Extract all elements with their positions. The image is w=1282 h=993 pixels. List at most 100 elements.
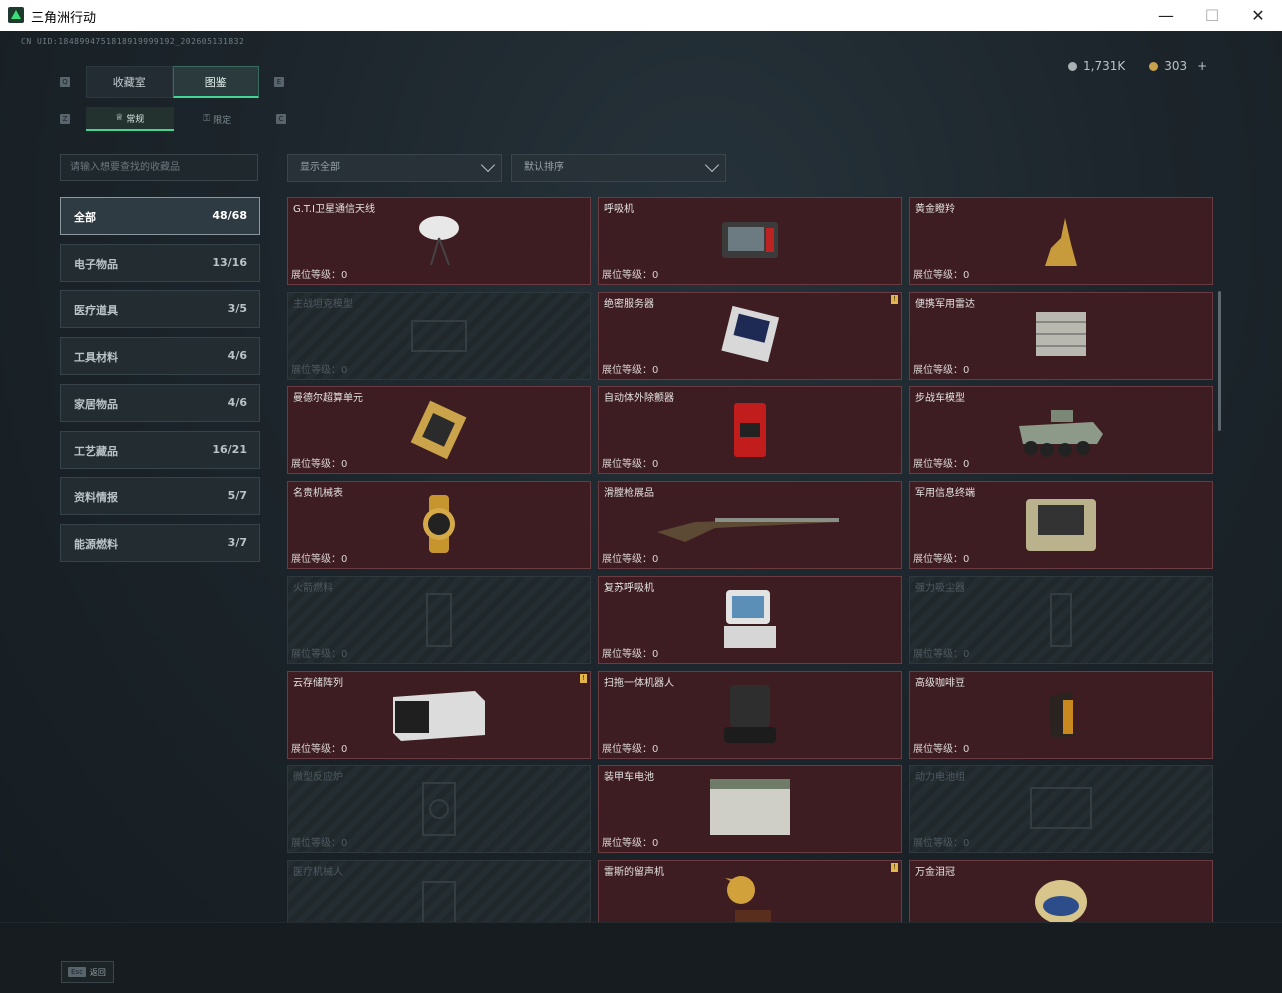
- collection-card[interactable]: 滑膛枪展品 展位等级：0: [598, 481, 902, 570]
- collection-card[interactable]: 呼吸机 展位等级：0: [598, 197, 902, 285]
- collection-card[interactable]: 医疗机械人展位等级：0: [287, 859, 591, 925]
- key-hint-c: C: [276, 114, 286, 124]
- booth-level: 展位等级：0: [602, 554, 659, 566]
- item-name: 装甲车电池: [604, 772, 654, 784]
- booth-level: 展位等级：0: [291, 648, 348, 660]
- category-item[interactable]: 电子物品 13/16: [60, 243, 260, 282]
- collection-card[interactable]: 强力吸尘器展位等级：0: [909, 575, 1213, 664]
- collection-card[interactable]: 装甲车电池展位等级：0: [598, 765, 902, 854]
- collection-card[interactable]: 曼德尔超算单元 展位等级：0: [287, 386, 591, 475]
- trophy-icon: ♕: [115, 113, 124, 123]
- collection-card[interactable]: 扫拖一体机器人 展位等级：0: [598, 670, 902, 759]
- resuscitator-icon: [718, 586, 782, 656]
- item-name: 主战坦克模型: [293, 298, 353, 310]
- category-item[interactable]: 工具材料 4/6: [60, 337, 260, 376]
- category-item[interactable]: 资料情报 5/7: [60, 477, 260, 516]
- item-name: 步战车模型: [915, 393, 965, 405]
- key-hint-q: Q: [60, 77, 70, 87]
- category-name: 全部: [74, 211, 96, 224]
- limited-icon: ⚿: [203, 114, 211, 124]
- sub-tabs: ♕ 常规 ⚿ 限定: [86, 107, 261, 131]
- tab-limited[interactable]: ⚿ 限定: [174, 107, 262, 131]
- collection-card[interactable]: 动力电池组 展位等级：0: [909, 765, 1213, 854]
- item-name: 军用信息终端: [915, 488, 975, 500]
- tab-gallery[interactable]: 图鉴: [172, 66, 259, 98]
- sort-dropdown[interactable]: 默认排序: [511, 154, 726, 182]
- category-item[interactable]: 家居物品 4/6: [60, 383, 260, 422]
- search-input[interactable]: 请输入想要查找的收藏品: [60, 154, 258, 181]
- new-badge-icon: !: [891, 862, 898, 872]
- category-name: 医疗道具: [74, 304, 118, 318]
- gramophone-icon: [719, 872, 781, 925]
- collection-card[interactable]: 雷斯的留声机展位等级：0!: [598, 859, 902, 925]
- item-name: 曼德尔超算单元: [293, 393, 363, 405]
- item-name: 高级咖啡豆: [915, 677, 965, 689]
- category-count: 48/68: [212, 209, 247, 222]
- collection-card[interactable]: 绝密服务器 展位等级：0!: [598, 291, 902, 380]
- defibrillator-icon: [728, 397, 772, 465]
- item-name: 万金泪冠: [915, 866, 955, 878]
- close-button[interactable]: ✕: [1235, 0, 1281, 31]
- collection-card[interactable]: 步战车模型 展位等级：0: [909, 386, 1213, 475]
- collection-card[interactable]: 万金泪冠展位等级：0: [909, 859, 1213, 925]
- collection-card[interactable]: 微型反应炉 展位等级：0: [287, 765, 591, 854]
- main-tabs: 收藏室 图鉴: [86, 66, 259, 98]
- collection-card[interactable]: G.T.I卫星通信天线 展位等级：0: [287, 197, 591, 285]
- tab-limited-label: 限定: [213, 115, 232, 126]
- collection-card[interactable]: 云存储阵列 展位等级：0!: [287, 670, 591, 759]
- category-item[interactable]: 全部 48/68: [60, 197, 260, 235]
- silver-amount: 1,731K: [1083, 59, 1126, 73]
- item-name: 云存储阵列: [293, 677, 343, 689]
- back-label: 返回: [89, 967, 106, 977]
- key-hint-e: E: [274, 77, 284, 87]
- item-name: 火箭燃料: [293, 582, 333, 594]
- minimize-button[interactable]: —: [1143, 0, 1189, 31]
- item-name: G.T.I卫星通信天线: [293, 204, 375, 215]
- collection-card[interactable]: 军用信息终端 展位等级：0: [909, 481, 1213, 570]
- booth-level: 展位等级：0: [291, 838, 348, 850]
- collection-card[interactable]: 高级咖啡豆 展位等级：0: [909, 670, 1213, 759]
- back-button[interactable]: Esc 返回: [61, 961, 114, 983]
- chevron-down-icon: [704, 157, 720, 173]
- category-item[interactable]: 能源燃料 3/7: [60, 523, 260, 562]
- category-name: 工艺藏品: [74, 444, 118, 458]
- category-item[interactable]: 工艺藏品 16/21: [60, 430, 260, 469]
- robot-vacuum-icon: [720, 681, 780, 751]
- grid-scrollbar[interactable]: [1218, 291, 1221, 431]
- booth-level: 展位等级：0: [291, 459, 348, 471]
- medical-robot-icon: [415, 872, 463, 925]
- category-name: 能源燃料: [74, 537, 118, 551]
- ventilator-icon: [718, 216, 782, 268]
- tab-collection-room[interactable]: 收藏室: [86, 66, 173, 98]
- category-count: 3/5: [227, 302, 247, 316]
- add-currency-button[interactable]: +: [1197, 59, 1207, 73]
- rocket-fuel-icon: [419, 588, 459, 654]
- server-icon: [718, 305, 782, 369]
- booth-level: 展位等级：0: [913, 648, 970, 660]
- item-name: 医疗机械人: [293, 866, 343, 878]
- collection-card[interactable]: 火箭燃料展位等级：0: [287, 575, 591, 664]
- category-item[interactable]: 医疗道具 3/5: [60, 290, 260, 329]
- item-name: 便携军用雷达: [915, 298, 975, 310]
- booth-level: 展位等级：0: [291, 270, 348, 281]
- tab-normal[interactable]: ♕ 常规: [86, 107, 174, 131]
- collection-card[interactable]: 自动体外除颤器 展位等级：0: [598, 386, 902, 475]
- collection-card[interactable]: 主战坦克模型 展位等级：0: [287, 291, 591, 380]
- booth-level: 展位等级：0: [913, 270, 970, 281]
- collection-card[interactable]: 便携军用雷达 展位等级：0: [909, 291, 1213, 380]
- collection-card[interactable]: 黄金瞪羚 展位等级：0: [909, 197, 1213, 285]
- radar-icon: [1030, 304, 1092, 370]
- item-name: 名贵机械表: [293, 488, 343, 500]
- booth-level: 展位等级：0: [291, 364, 348, 376]
- item-name: 雷斯的留声机: [604, 866, 664, 878]
- collection-card[interactable]: 复苏呼吸机 展位等级：0: [598, 575, 902, 664]
- category-count: 4/6: [227, 349, 247, 363]
- collection-card[interactable]: 名贵机械表 展位等级：0: [287, 481, 591, 570]
- satellite-dish-icon: [409, 210, 469, 274]
- item-name: 强力吸尘器: [915, 582, 965, 594]
- maximize-button[interactable]: ☐: [1189, 0, 1235, 31]
- filter-dropdown[interactable]: 显示全部: [287, 154, 502, 182]
- booth-level: 展位等级：0: [602, 838, 659, 850]
- item-name: 自动体外除颤器: [604, 393, 674, 405]
- gold-coin-icon: [1149, 61, 1159, 71]
